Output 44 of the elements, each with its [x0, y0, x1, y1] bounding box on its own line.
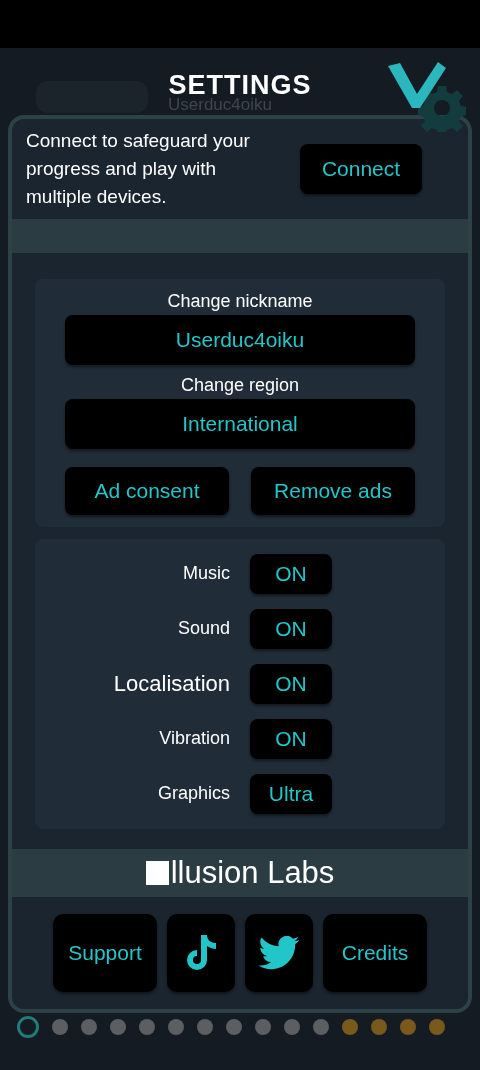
page-dot[interactable] — [400, 1019, 416, 1035]
link-button[interactable]: Credits — [323, 914, 427, 992]
page-dot[interactable] — [284, 1019, 300, 1035]
page-dot[interactable] — [226, 1019, 242, 1035]
brand-name: llusion Labs — [170, 854, 335, 891]
option-label: Localisation — [112, 670, 230, 697]
toggle-button[interactable]: ON — [250, 608, 332, 649]
logo-square-icon — [145, 860, 169, 885]
nickname-label: Change nickname — [166, 289, 314, 313]
nickname-field[interactable]: Userduc4oiku — [65, 314, 415, 365]
option-label: Sound — [176, 618, 230, 639]
page-dot[interactable] — [429, 1019, 445, 1035]
confirm-check-icon[interactable] — [386, 60, 448, 110]
remove-ads-button[interactable]: Remove ads — [251, 466, 415, 515]
page-dot[interactable] — [255, 1019, 271, 1035]
note-button[interactable] — [167, 914, 235, 992]
link-button[interactable]: Support — [53, 914, 157, 992]
current-page-dot[interactable] — [17, 1016, 39, 1038]
toggle-button[interactable]: ON — [250, 663, 332, 704]
option-label: Vibration — [158, 728, 230, 749]
page-dot[interactable] — [81, 1019, 97, 1035]
gear-icon[interactable] — [418, 84, 466, 132]
connect-button[interactable]: Connect — [300, 144, 422, 194]
region-label: Change region — [179, 373, 301, 397]
page-dot[interactable] — [110, 1019, 126, 1035]
toggle-button[interactable]: Ultra — [250, 773, 332, 814]
toggle-button[interactable]: ON — [250, 718, 332, 759]
bird-button[interactable] — [245, 914, 313, 992]
connect-message: Connect to safeguard your progress and play with multiple devices. — [26, 129, 251, 209]
bird-icon — [258, 936, 300, 970]
music-note-icon — [185, 935, 217, 971]
option-label: Graphics — [156, 783, 230, 804]
page-dot[interactable] — [168, 1019, 184, 1035]
toggle-button[interactable]: ON — [250, 553, 332, 594]
page-dot[interactable] — [139, 1019, 155, 1035]
option-label: Music — [182, 563, 230, 584]
page-dot[interactable] — [342, 1019, 358, 1035]
page-dot[interactable] — [52, 1019, 68, 1035]
ad-consent-button[interactable]: Ad consent — [65, 466, 229, 515]
page-dot[interactable] — [197, 1019, 213, 1035]
page-dot[interactable] — [371, 1019, 387, 1035]
page-dot[interactable] — [313, 1019, 329, 1035]
screen-title: SETTINGS — [168, 70, 312, 100]
region-selector[interactable]: International — [65, 398, 415, 449]
